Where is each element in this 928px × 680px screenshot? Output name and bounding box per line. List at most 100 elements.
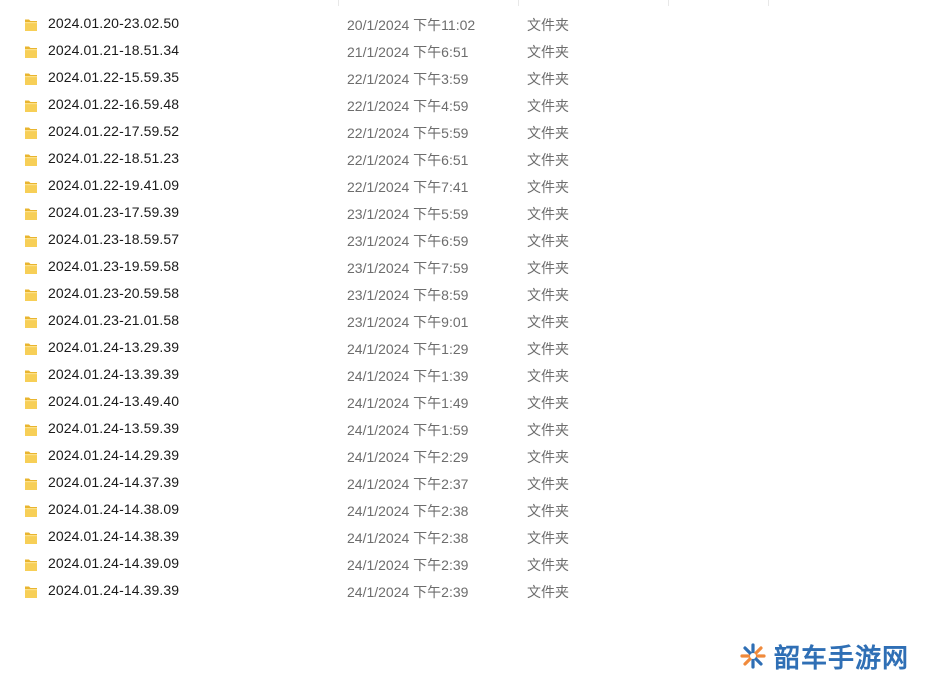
file-name[interactable]: 2024.01.24-13.49.40 [48, 393, 179, 409]
file-row[interactable]: 2024.01.23-19.59.58 23/1/2024 下午7:59 文件夹 [0, 254, 928, 281]
file-row[interactable]: 2024.01.23-18.59.57 23/1/2024 下午6:59 文件夹 [0, 227, 928, 254]
file-row[interactable]: 2024.01.22-16.59.48 22/1/2024 下午4:59 文件夹 [0, 92, 928, 119]
file-type: 文件夹 [527, 17, 569, 33]
file-date-modified: 23/1/2024 下午9:01 [347, 314, 469, 330]
folder-icon [24, 17, 38, 32]
folder-icon [24, 314, 38, 329]
file-name[interactable]: 2024.01.22-18.51.23 [48, 150, 179, 166]
folder-icon [24, 233, 38, 248]
file-row[interactable]: 2024.01.21-18.51.34 21/1/2024 下午6:51 文件夹 [0, 38, 928, 65]
file-row[interactable]: 2024.01.24-13.49.40 24/1/2024 下午1:49 文件夹 [0, 389, 928, 416]
file-date-modified: 20/1/2024 下午11:02 [347, 17, 476, 33]
file-date-modified: 23/1/2024 下午7:59 [347, 260, 469, 276]
file-name[interactable]: 2024.01.22-17.59.52 [48, 123, 179, 139]
file-name[interactable]: 2024.01.22-16.59.48 [48, 96, 179, 112]
folder-icon [24, 395, 38, 410]
file-row[interactable]: 2024.01.24-14.39.09 24/1/2024 下午2:39 文件夹 [0, 551, 928, 578]
watermark-text: 韶车手游网 [774, 643, 910, 674]
file-date-modified: 22/1/2024 下午4:59 [347, 98, 469, 114]
folder-icon [24, 530, 38, 545]
file-name[interactable]: 2024.01.24-13.29.39 [48, 339, 179, 355]
file-type: 文件夹 [527, 287, 569, 303]
folder-icon [24, 44, 38, 59]
file-date-modified: 24/1/2024 下午2:37 [347, 476, 469, 492]
file-row[interactable]: 2024.01.20-23.02.50 20/1/2024 下午11:02 文件夹 [0, 11, 928, 38]
file-date-modified: 22/1/2024 下午6:51 [347, 152, 469, 168]
column-divider-name[interactable] [338, 0, 339, 6]
folder-icon [24, 341, 38, 356]
file-type: 文件夹 [527, 476, 569, 492]
folder-icon [24, 476, 38, 491]
file-row[interactable]: 2024.01.22-18.51.23 22/1/2024 下午6:51 文件夹 [0, 146, 928, 173]
folder-icon [24, 503, 38, 518]
file-date-modified: 24/1/2024 下午1:39 [347, 368, 469, 384]
file-date-modified: 24/1/2024 下午2:39 [347, 584, 469, 600]
file-row[interactable]: 2024.01.24-13.59.39 24/1/2024 下午1:59 文件夹 [0, 416, 928, 443]
folder-icon [24, 260, 38, 275]
file-name[interactable]: 2024.01.24-14.39.09 [48, 555, 179, 571]
file-type: 文件夹 [527, 584, 569, 600]
file-date-modified: 22/1/2024 下午5:59 [347, 125, 469, 141]
file-date-modified: 22/1/2024 下午7:41 [347, 179, 469, 195]
file-date-modified: 24/1/2024 下午2:29 [347, 449, 469, 465]
file-name[interactable]: 2024.01.23-19.59.58 [48, 258, 179, 274]
file-name[interactable]: 2024.01.24-13.39.39 [48, 366, 179, 382]
file-row[interactable]: 2024.01.22-19.41.09 22/1/2024 下午7:41 文件夹 [0, 173, 928, 200]
file-type: 文件夹 [527, 368, 569, 384]
file-row[interactable]: 2024.01.24-13.29.39 24/1/2024 下午1:29 文件夹 [0, 335, 928, 362]
file-name[interactable]: 2024.01.20-23.02.50 [48, 15, 179, 31]
folder-icon [24, 152, 38, 167]
file-row[interactable]: 2024.01.24-14.29.39 24/1/2024 下午2:29 文件夹 [0, 443, 928, 470]
file-type: 文件夹 [527, 341, 569, 357]
file-row[interactable]: 2024.01.24-14.39.39 24/1/2024 下午2:39 文件夹 [0, 578, 928, 605]
file-row[interactable]: 2024.01.22-17.59.52 22/1/2024 下午5:59 文件夹 [0, 119, 928, 146]
file-type: 文件夹 [527, 260, 569, 276]
folder-icon [24, 98, 38, 113]
file-name[interactable]: 2024.01.22-19.41.09 [48, 177, 179, 193]
file-name[interactable]: 2024.01.21-18.51.34 [48, 42, 179, 58]
file-date-modified: 23/1/2024 下午8:59 [347, 287, 469, 303]
file-row[interactable]: 2024.01.23-20.59.58 23/1/2024 下午8:59 文件夹 [0, 281, 928, 308]
file-name[interactable]: 2024.01.22-15.59.35 [48, 69, 179, 85]
column-divider-date[interactable] [518, 0, 519, 6]
column-divider-type[interactable] [668, 0, 669, 6]
folder-icon [24, 287, 38, 302]
file-row[interactable]: 2024.01.24-13.39.39 24/1/2024 下午1:39 文件夹 [0, 362, 928, 389]
folder-icon [24, 584, 38, 599]
file-name[interactable]: 2024.01.24-14.29.39 [48, 447, 179, 463]
file-type: 文件夹 [527, 557, 569, 573]
file-row[interactable]: 2024.01.24-14.37.39 24/1/2024 下午2:37 文件夹 [0, 470, 928, 497]
snowflake-logo-icon [738, 641, 768, 671]
file-type: 文件夹 [527, 449, 569, 465]
folder-icon [24, 368, 38, 383]
file-name[interactable]: 2024.01.24-14.37.39 [48, 474, 179, 490]
file-row[interactable]: 2024.01.24-14.38.09 24/1/2024 下午2:38 文件夹 [0, 497, 928, 524]
file-row[interactable]: 2024.01.23-21.01.58 23/1/2024 下午9:01 文件夹 [0, 308, 928, 335]
folder-icon [24, 125, 38, 140]
file-type: 文件夹 [527, 233, 569, 249]
column-divider-size[interactable] [768, 0, 769, 6]
file-row[interactable]: 2024.01.22-15.59.35 22/1/2024 下午3:59 文件夹 [0, 65, 928, 92]
folder-icon [24, 179, 38, 194]
file-name[interactable]: 2024.01.24-13.59.39 [48, 420, 179, 436]
file-name[interactable]: 2024.01.24-14.39.39 [48, 582, 179, 598]
folder-icon [24, 557, 38, 572]
file-row[interactable]: 2024.01.23-17.59.39 23/1/2024 下午5:59 文件夹 [0, 200, 928, 227]
file-type: 文件夹 [527, 206, 569, 222]
file-row[interactable]: 2024.01.24-14.38.39 24/1/2024 下午2:38 文件夹 [0, 524, 928, 551]
file-date-modified: 23/1/2024 下午6:59 [347, 233, 469, 249]
file-name[interactable]: 2024.01.23-18.59.57 [48, 231, 179, 247]
file-date-modified: 24/1/2024 下午2:38 [347, 503, 469, 519]
file-name[interactable]: 2024.01.24-14.38.09 [48, 501, 179, 517]
file-name[interactable]: 2024.01.23-20.59.58 [48, 285, 179, 301]
file-type: 文件夹 [527, 503, 569, 519]
file-type: 文件夹 [527, 530, 569, 546]
file-type: 文件夹 [527, 179, 569, 195]
folder-icon [24, 71, 38, 86]
file-type: 文件夹 [527, 125, 569, 141]
file-name[interactable]: 2024.01.23-21.01.58 [48, 312, 179, 328]
file-type: 文件夹 [527, 395, 569, 411]
file-name[interactable]: 2024.01.23-17.59.39 [48, 204, 179, 220]
file-name[interactable]: 2024.01.24-14.38.39 [48, 528, 179, 544]
file-date-modified: 24/1/2024 下午2:39 [347, 557, 469, 573]
